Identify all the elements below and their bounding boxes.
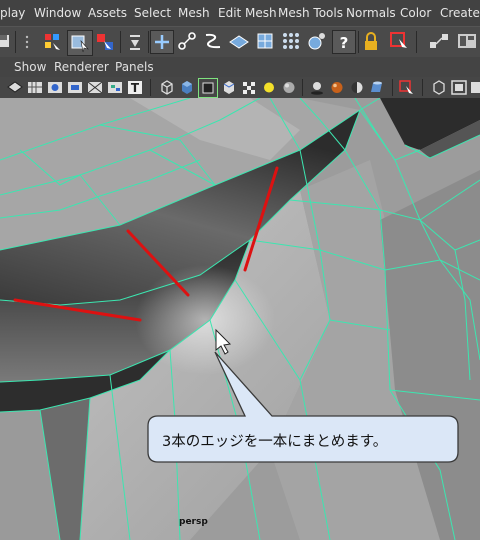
shelf-toolbar: ? — [0, 26, 480, 58]
menu-create-ui[interactable]: Create U — [440, 6, 480, 20]
lock-icon[interactable] — [362, 31, 380, 53]
callout-text: 3本のエッジを一本にまとめます。 — [162, 434, 388, 450]
sphere-icon[interactable] — [280, 79, 298, 96]
highlight-cube-icon[interactable] — [198, 78, 218, 98]
paint-select-icon[interactable] — [126, 32, 144, 52]
menu-color[interactable]: Color — [400, 6, 431, 20]
checker-icon[interactable] — [86, 79, 104, 96]
cube-icon[interactable] — [158, 79, 176, 96]
combine-icon[interactable] — [280, 30, 302, 52]
layout-icon[interactable] — [456, 30, 478, 52]
menu-window[interactable]: Window — [34, 6, 81, 20]
panel-toolbar: T — [0, 77, 480, 99]
select-tool-icon[interactable] — [67, 30, 93, 56]
orb-icon[interactable] — [328, 79, 346, 96]
checker-pattern-icon[interactable] — [240, 79, 258, 96]
select-icon[interactable] — [398, 79, 416, 96]
isolate-icon[interactable] — [430, 79, 448, 96]
sculpt-icon[interactable] — [306, 30, 328, 52]
connect-icon[interactable] — [428, 30, 450, 52]
grid-icon[interactable] — [26, 79, 44, 96]
svg-text:T: T — [131, 81, 140, 95]
menu-mesh-tools[interactable]: Mesh Tools — [278, 6, 343, 20]
highlight — [135, 265, 275, 375]
menu-select[interactable]: Select — [134, 6, 171, 20]
menu-display[interactable]: play — [0, 6, 25, 20]
bridge-icon[interactable] — [202, 30, 224, 52]
multi-component-icon[interactable] — [42, 31, 64, 53]
smooth-icon[interactable] — [254, 30, 276, 52]
panel-menu-bar: Show Renderer Panels — [0, 57, 480, 77]
move-pivot-icon[interactable] — [176, 30, 198, 52]
svg-text:?: ? — [340, 34, 349, 52]
menu-assets[interactable]: Assets — [88, 6, 127, 20]
camera-label: persp — [179, 517, 208, 527]
divider-dots-icon — [20, 33, 34, 51]
add-icon[interactable] — [150, 30, 174, 54]
camera-icon[interactable] — [46, 79, 64, 96]
texture-icon[interactable] — [106, 79, 124, 96]
lasso-icon[interactable] — [94, 31, 116, 53]
uv-icon[interactable] — [220, 79, 238, 96]
menu-edit-mesh[interactable]: Edit Mesh — [218, 6, 277, 20]
shadow-icon[interactable] — [308, 79, 326, 96]
frame-icon[interactable] — [450, 79, 468, 96]
light-icon[interactable] — [260, 79, 278, 96]
cylinder-icon[interactable] — [368, 79, 386, 96]
panel-menu-renderer[interactable]: Renderer — [54, 60, 109, 74]
half-sphere-icon[interactable] — [348, 79, 366, 96]
shading-icon[interactable] — [6, 79, 24, 96]
text-icon[interactable]: T — [126, 79, 144, 96]
layout-panel-icon[interactable] — [470, 79, 480, 96]
wireframe-icon[interactable] — [66, 79, 84, 96]
menu-mesh[interactable]: Mesh — [178, 6, 210, 20]
menu-normals[interactable]: Normals — [346, 6, 396, 20]
panel-menu-show[interactable]: Show — [14, 60, 46, 74]
save-icon[interactable] — [0, 33, 10, 49]
panel-menu-panels[interactable]: Panels — [115, 60, 154, 74]
extrude-icon[interactable] — [228, 30, 250, 52]
help-icon[interactable]: ? — [332, 30, 356, 54]
main-menu-bar: play Window Assets Select Mesh Edit Mesh… — [0, 0, 480, 26]
box-icon[interactable] — [178, 79, 196, 96]
select-outline-icon[interactable] — [388, 30, 410, 52]
viewport-persp[interactable]: 3本のエッジを一本にまとめます。 persp — [0, 98, 480, 540]
